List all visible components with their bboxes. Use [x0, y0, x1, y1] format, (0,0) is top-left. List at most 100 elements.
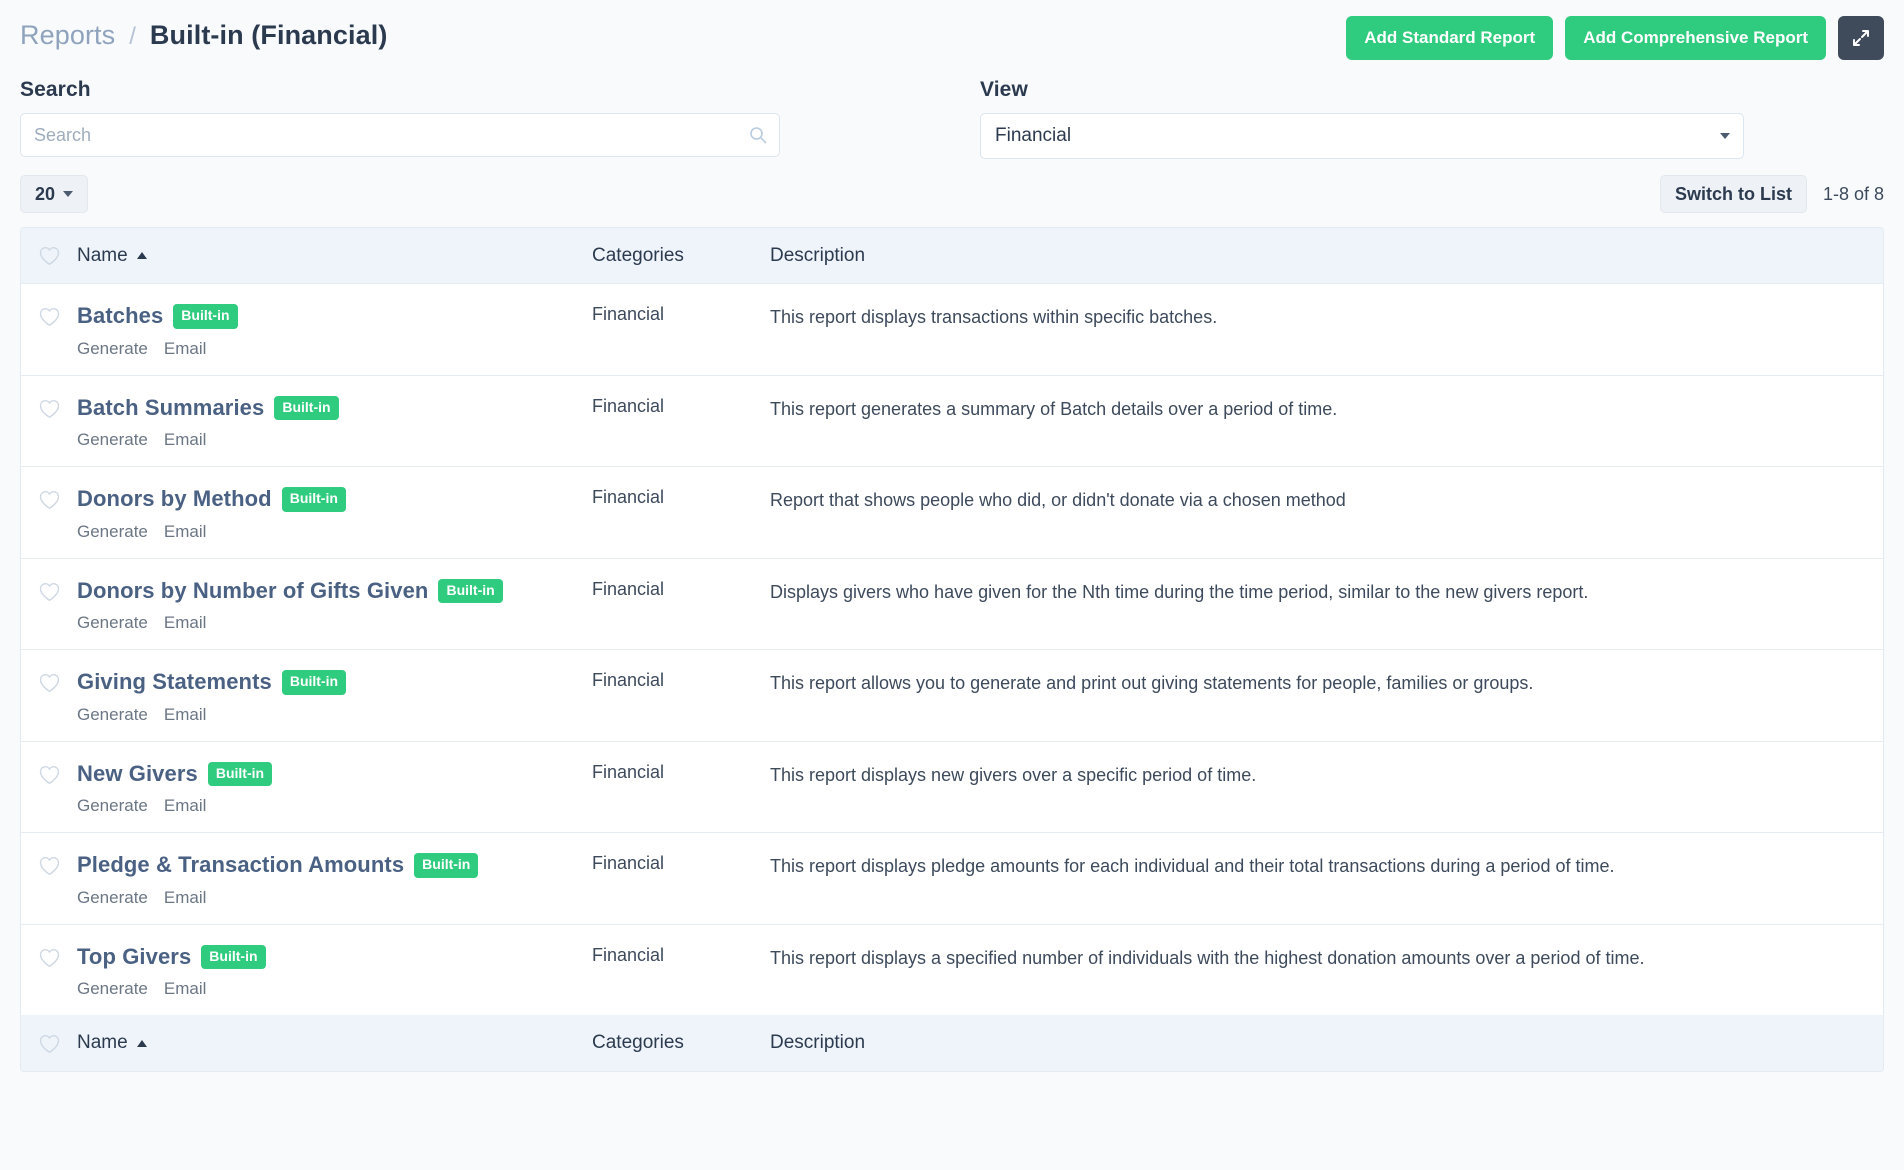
table-row: Donors by Method Built-in Generate Email Fin…: [21, 467, 1883, 559]
generate-link[interactable]: Generate: [77, 613, 148, 633]
add-comprehensive-report-button[interactable]: Add Comprehensive Report: [1565, 16, 1826, 60]
categories-column-footer: Categories: [592, 1032, 770, 1054]
description-value: This report displays pledge amounts for …: [770, 856, 1615, 876]
category-cell: Financial: [592, 833, 770, 924]
report-link[interactable]: Donors by Number of Gifts Given: [77, 578, 428, 603]
favorite-toggle[interactable]: [21, 925, 77, 1016]
description-value: Report that shows people who did, or did…: [770, 490, 1346, 510]
description-value: This report displays a specified number …: [770, 947, 1645, 968]
heart-icon: [39, 674, 59, 693]
favorite-toggle[interactable]: [21, 559, 77, 650]
favorite-toggle[interactable]: [21, 376, 77, 467]
categories-column-header: Categories: [592, 245, 770, 267]
table-row: Donors by Number of Gifts Given Built-in G…: [21, 559, 1883, 650]
heart-icon: [39, 1034, 59, 1053]
description-cell: This report displays pledge amounts for …: [770, 833, 1883, 924]
chevron-down-icon: [1720, 133, 1730, 139]
report-link[interactable]: Batch Summaries: [77, 395, 264, 420]
category-value: Financial: [592, 944, 665, 965]
category-cell: Financial: [592, 467, 770, 558]
report-name-cell: Donors by Number of Gifts Given Built-in G…: [77, 559, 592, 650]
table-toolbar: 20 Switch to List 1-8 of 8: [0, 159, 1904, 213]
row-actions: Generate Email: [77, 339, 582, 359]
sort-by-name-footer[interactable]: Name: [77, 1032, 147, 1054]
row-actions: Generate Email: [77, 613, 582, 633]
category-cell: Financial: [592, 559, 770, 650]
category-cell: Financial: [592, 650, 770, 741]
add-standard-report-button[interactable]: Add Standard Report: [1346, 16, 1554, 60]
category-value: Financial: [592, 578, 665, 599]
description-value: This report allows you to generate and p…: [770, 673, 1534, 693]
favorite-toggle[interactable]: [21, 284, 77, 375]
table-row: Batch Summaries Built-in Generate Email Fina…: [21, 376, 1883, 467]
breadcrumb-separator: /: [129, 23, 136, 50]
sort-by-name[interactable]: Name: [77, 245, 147, 267]
generate-link[interactable]: Generate: [77, 430, 148, 450]
email-link[interactable]: Email: [164, 979, 207, 999]
email-link[interactable]: Email: [164, 430, 207, 450]
email-link[interactable]: Email: [164, 339, 207, 359]
chevron-down-icon: [63, 191, 74, 197]
report-name-cell: Giving Statements Built-in Generate Email: [77, 650, 592, 741]
generate-link[interactable]: Generate: [77, 339, 148, 359]
description-cell: Displays givers who have given for the N…: [770, 559, 1883, 650]
generate-link[interactable]: Generate: [77, 705, 148, 725]
search-label: Search: [20, 78, 91, 101]
heart-icon: [39, 948, 59, 967]
search-input[interactable]: [20, 113, 780, 157]
email-link[interactable]: Email: [164, 522, 207, 542]
filters-bar: Search View Financial: [0, 60, 1904, 159]
favorite-toggle[interactable]: [21, 833, 77, 924]
heart-icon: [39, 399, 59, 418]
report-link[interactable]: Donors by Method: [77, 486, 272, 511]
generate-link[interactable]: Generate: [77, 796, 148, 816]
generate-link[interactable]: Generate: [77, 522, 148, 542]
name-column-header: Name: [77, 245, 592, 267]
description-cell: This report allows you to generate and p…: [770, 650, 1883, 741]
built-in-badge: Built-in: [281, 670, 347, 695]
favorite-toggle[interactable]: [21, 467, 77, 558]
view-select-value: Financial: [995, 125, 1072, 146]
heart-icon: [39, 582, 59, 601]
category-cell: Financial: [592, 925, 770, 1016]
report-link[interactable]: New Givers: [77, 761, 198, 786]
page-size-dropdown[interactable]: 20: [20, 175, 89, 213]
report-name-cell: Pledge & Transaction Amounts Built-in Gene…: [77, 833, 592, 924]
top-actions: Add Standard Report Add Comprehensive Re…: [1346, 14, 1884, 60]
search-filter: Search: [20, 78, 980, 159]
built-in-badge: Built-in: [414, 853, 479, 878]
description-column-footer: Description: [770, 1032, 1883, 1054]
view-label: View: [980, 78, 1028, 101]
breadcrumb-link-reports[interactable]: Reports: [20, 20, 115, 51]
reports-page: Reports / Built-in (Financial) Add Stand…: [0, 0, 1904, 1170]
row-actions: Generate Email: [77, 705, 582, 725]
report-link[interactable]: Top Givers: [77, 944, 191, 969]
report-link[interactable]: Batches: [77, 303, 163, 328]
description-value: This report generates a summary of Batch…: [770, 398, 1338, 419]
email-link[interactable]: Email: [164, 613, 207, 633]
name-column-footer: Name: [77, 1032, 592, 1054]
switch-to-list-button[interactable]: Switch to List: [1659, 175, 1807, 213]
email-link[interactable]: Email: [164, 705, 207, 725]
generate-link[interactable]: Generate: [77, 979, 148, 999]
table-header-row: Name Categories Description: [21, 228, 1883, 284]
fullscreen-toggle-button[interactable]: [1838, 16, 1884, 60]
heart-icon: [39, 247, 59, 266]
sort-ascending-icon: [136, 1039, 147, 1047]
email-link[interactable]: Email: [164, 888, 207, 908]
description-value: This report displays new givers over a s…: [770, 764, 1257, 785]
row-actions: Generate Email: [77, 430, 582, 450]
report-link[interactable]: Giving Statements: [77, 669, 272, 694]
report-name-cell: Donors by Method Built-in Generate Email: [77, 467, 592, 558]
report-name-cell: Batch Summaries Built-in Generate Email: [77, 376, 592, 467]
generate-link[interactable]: Generate: [77, 888, 148, 908]
table-row: Giving Statements Built-in Generate Email Fi…: [21, 650, 1883, 742]
report-link[interactable]: Pledge & Transaction Amounts: [77, 852, 404, 877]
favorite-toggle[interactable]: [21, 650, 77, 741]
category-value: Financial: [592, 853, 665, 873]
email-link[interactable]: Email: [164, 796, 207, 816]
table-row: Batches Built-in Generate Email Financial Thi…: [21, 284, 1883, 376]
view-select[interactable]: Financial: [980, 113, 1744, 159]
favorite-toggle[interactable]: [21, 742, 77, 833]
row-actions: Generate Email: [77, 979, 582, 999]
